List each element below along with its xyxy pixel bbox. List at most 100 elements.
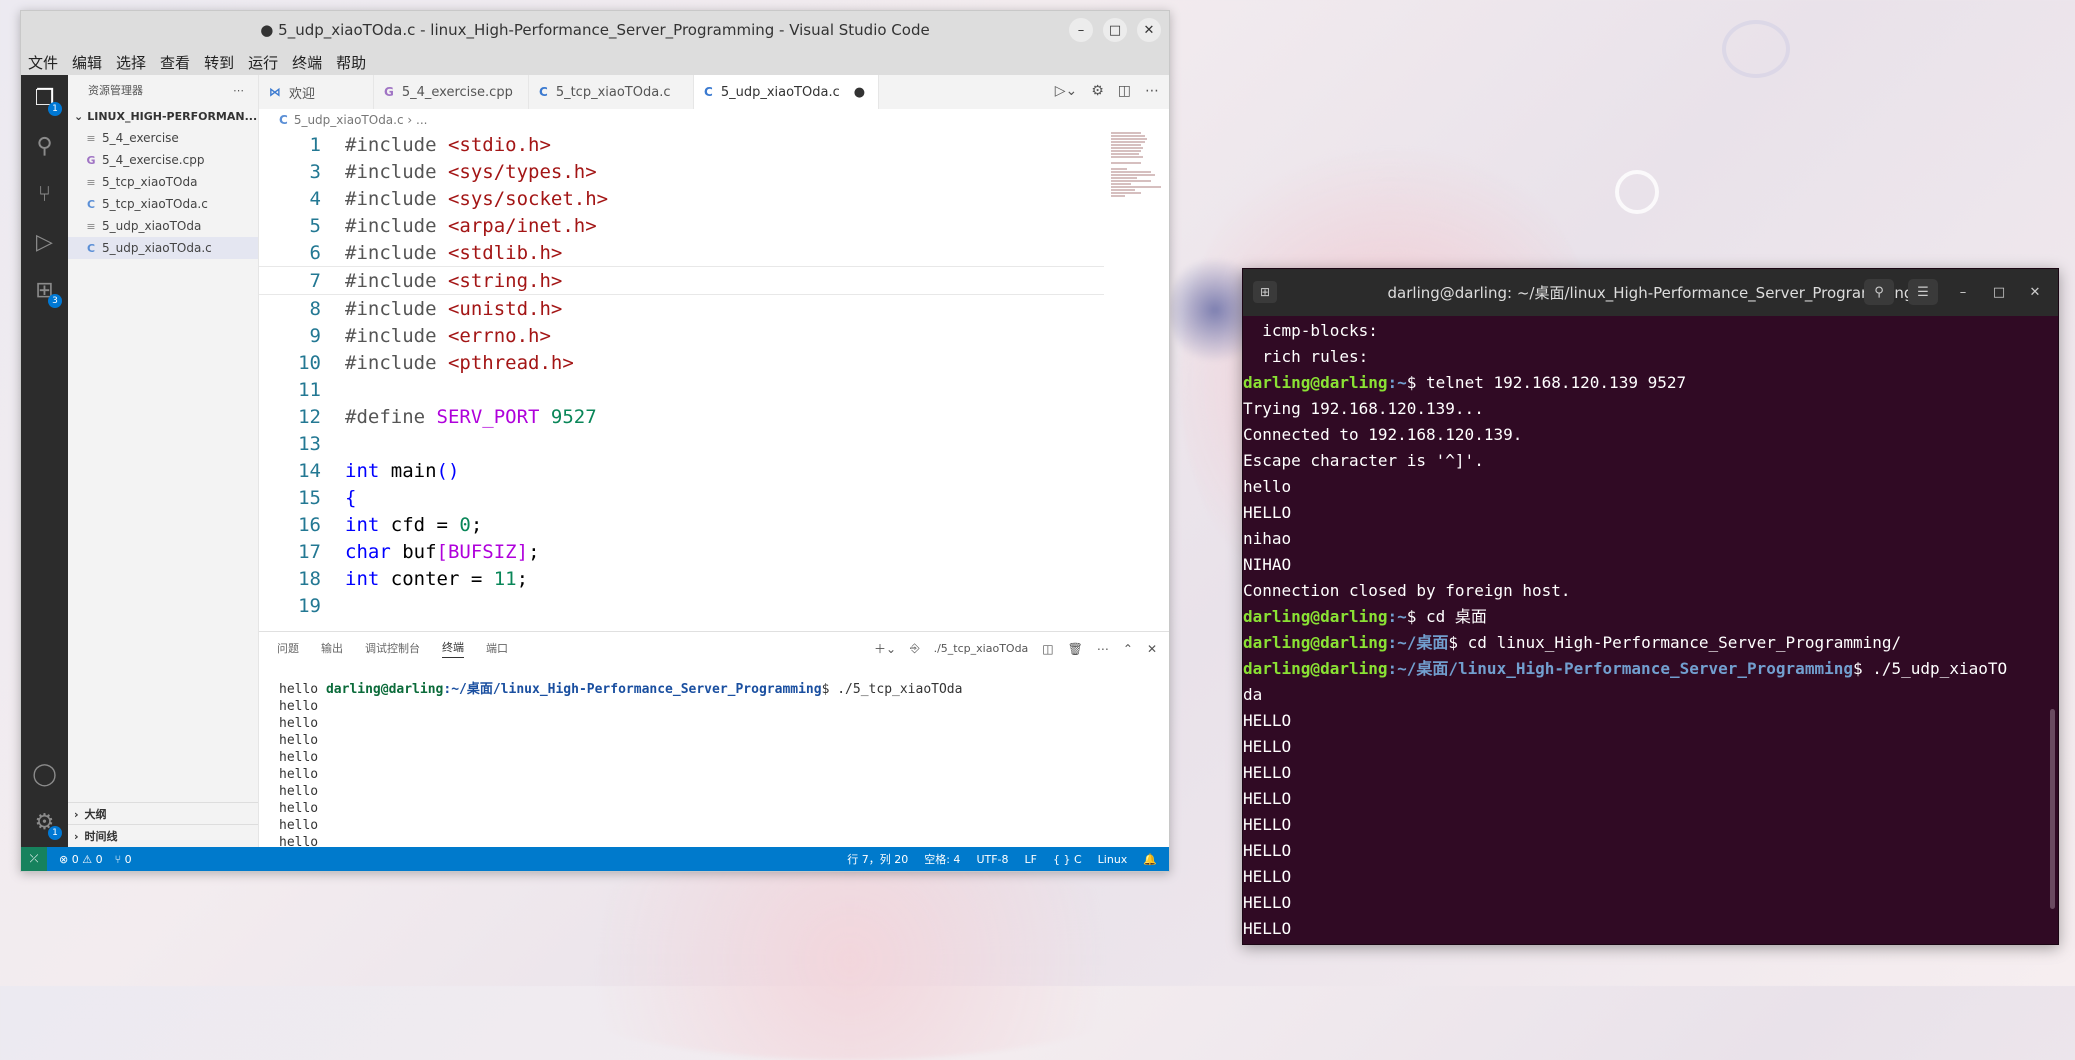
file-item[interactable]: C 5_tcp_xiaoTOda.c (68, 193, 258, 215)
minimize-button[interactable]: – (1952, 285, 1974, 300)
encoding[interactable]: UTF-8 (976, 853, 1008, 866)
trash-icon[interactable]: 🗑 (1068, 642, 1083, 656)
breadcrumb[interactable]: C 5_udp_xiaoTOda.c › ... (259, 109, 1169, 131)
menu-edit[interactable]: 编辑 (65, 52, 109, 73)
code-line[interactable]: 7 #include <string.h> (259, 266, 1104, 295)
search-icon[interactable]: ⚲ (1864, 279, 1894, 305)
code-line[interactable]: 13 (259, 430, 1104, 457)
menu-help[interactable]: 帮助 (329, 52, 373, 73)
menu-terminal[interactable]: 终端 (285, 52, 329, 73)
split-editor-icon[interactable]: ◫ (1118, 83, 1131, 99)
code-line[interactable]: 10 #include <pthread.h> (259, 349, 1104, 376)
settings-gear-icon[interactable]: ⚙ 1 (29, 807, 62, 840)
tab-problems[interactable]: 问题 (277, 640, 299, 656)
menu-run[interactable]: 运行 (241, 52, 285, 73)
explorer-icon[interactable]: ❐ 1 (29, 83, 62, 116)
code-line[interactable]: 4 #include <sys/socket.h> (259, 185, 1104, 212)
terminal-line: HELLO (1243, 815, 1292, 834)
indentation[interactable]: 空格: 4 (924, 851, 960, 867)
code-text: #include <pthread.h> (345, 351, 574, 374)
run-code-icon[interactable]: ▷⌄ (1055, 83, 1078, 99)
outline-section[interactable]: › 大纲 (68, 802, 258, 825)
file-item-active[interactable]: C 5_udp_xiaoTOda.c (68, 237, 258, 259)
hamburger-menu-icon[interactable]: ☰ (1908, 279, 1938, 305)
account-icon[interactable]: ◯ (29, 759, 60, 790)
tab-exercise-cpp[interactable]: G 5_4_exercise.cpp (374, 75, 529, 109)
code-line[interactable]: 14 int main() (259, 457, 1104, 484)
maximize-button[interactable]: □ (1988, 285, 2010, 300)
code-text: int main() (345, 459, 460, 482)
gear-icon[interactable]: ⚙ (1091, 83, 1104, 99)
code-text: #define SERV_PORT 9527 (345, 405, 597, 428)
tab-udp-c[interactable]: C 5_udp_xiaoTOda.c ● (694, 75, 879, 109)
timeline-section[interactable]: › 时间线 (68, 824, 258, 847)
menu-view[interactable]: 查看 (153, 52, 197, 73)
code-editor[interactable]: 1 #include <stdio.h> 3 #include <sys/types.… (259, 131, 1104, 631)
tab-terminal[interactable]: 终端 (442, 639, 464, 658)
menu-go[interactable]: 转到 (197, 52, 241, 73)
menu-file[interactable]: 文件 (21, 52, 65, 73)
end-of-line[interactable]: LF (1025, 853, 1037, 866)
unsaved-dot-icon[interactable]: ● (854, 85, 865, 100)
terminal-name[interactable]: ./5_tcp_xiaoTOda (934, 642, 1029, 655)
code-line[interactable]: 11 (259, 376, 1104, 403)
menu-selection[interactable]: 选择 (109, 52, 153, 73)
source-control-icon[interactable]: ⑂ (29, 179, 60, 210)
file-item[interactable]: ≡ 5_tcp_xiaoTOda (68, 171, 258, 193)
minimize-button[interactable]: – (1069, 18, 1093, 42)
new-tab-icon[interactable]: ⊞ (1253, 281, 1277, 303)
file-item[interactable]: G 5_4_exercise.cpp (68, 149, 258, 171)
code-line[interactable]: 8 #include <unistd.h> (259, 295, 1104, 322)
split-terminal-icon[interactable]: ◫ (1042, 642, 1053, 656)
code-line[interactable]: 6 #include <stdlib.h> (259, 239, 1104, 266)
minimap[interactable] (1111, 131, 1167, 251)
ports-status[interactable]: ⑂ 0 (115, 853, 132, 866)
maximize-panel-icon[interactable]: ⌃ (1123, 642, 1133, 656)
bell-icon[interactable]: 🔔 (1143, 853, 1157, 866)
code-line[interactable]: 3 #include <sys/types.h> (259, 158, 1104, 185)
code-line[interactable]: 1 #include <stdio.h> (259, 131, 1104, 158)
platform[interactable]: Linux (1098, 853, 1128, 866)
tab-debug-console[interactable]: 调试控制台 (365, 640, 420, 656)
tab-output[interactable]: 输出 (321, 640, 343, 656)
close-panel-icon[interactable]: ✕ (1147, 642, 1157, 656)
tab-tcp-c[interactable]: C 5_tcp_xiaoTOda.c (529, 75, 694, 109)
file-item[interactable]: ≡ 5_4_exercise (68, 127, 258, 149)
code-line[interactable]: 15 { (259, 484, 1104, 511)
terminal-output[interactable]: icmp-blocks: rich rules: darling@darling… (1243, 316, 2058, 942)
code-line[interactable]: 12 #define SERV_PORT 9527 (259, 403, 1104, 430)
workspace-folder[interactable]: ⌄ LINUX_HIGH-PERFORMAN... (68, 105, 258, 127)
code-line[interactable]: 5 #include <arpa/inet.h> (259, 212, 1104, 239)
terminal-line: icmp-blocks: (1243, 321, 1388, 340)
terminal-scrollbar[interactable] (2050, 709, 2055, 909)
code-line[interactable]: 9 #include <errno.h> (259, 322, 1104, 349)
search-icon[interactable]: ⚲ (29, 131, 60, 162)
terminal-window: ⊞ darling@darling: ~/桌面/linux_High-Perfo… (1242, 268, 2059, 945)
language-mode[interactable]: { } C (1053, 853, 1082, 866)
line-number: 5 (309, 214, 321, 237)
more-icon[interactable]: ⋯ (1097, 642, 1109, 656)
extensions-icon[interactable]: ⊞ 3 (29, 275, 62, 308)
run-debug-icon[interactable]: ▷ (29, 227, 60, 258)
prompt-command: $ telnet 192.168.120.139 9527 (1406, 373, 1687, 392)
new-terminal-icon[interactable]: ＋⌄ (874, 640, 896, 657)
terminal-output[interactable]: hello hello hello hello hello hello hello hello… (259, 681, 1169, 851)
problems-status[interactable]: ⊗ 0 ⚠ 0 (59, 853, 103, 866)
maximize-button[interactable]: □ (1103, 18, 1127, 42)
code-line[interactable]: 17 char buf[BUFSIZ]; (259, 538, 1104, 565)
line-number: 7 (309, 269, 321, 292)
code-text: #include <stdio.h> (345, 133, 551, 156)
code-line[interactable]: 16 int cfd = 0; (259, 511, 1104, 538)
more-actions-icon[interactable]: ⋯ (233, 84, 244, 97)
tab-welcome[interactable]: ⋈ 欢迎 (259, 75, 374, 109)
close-button[interactable]: ✕ (1137, 18, 1161, 42)
code-line[interactable]: 18 int conter = 11; (259, 565, 1104, 592)
cursor-position[interactable]: 行 7，列 20 (847, 851, 908, 867)
file-item[interactable]: ≡ 5_udp_xiaoTOda (68, 215, 258, 237)
code-line[interactable]: 19 (259, 592, 1104, 619)
terminal-line: nihao (1243, 529, 1292, 548)
more-icon[interactable]: ⋯ (1145, 83, 1159, 99)
close-button[interactable]: ✕ (2024, 285, 2046, 300)
tab-ports[interactable]: 端口 (486, 640, 508, 656)
remote-icon[interactable]: ⤫ (21, 847, 47, 871)
